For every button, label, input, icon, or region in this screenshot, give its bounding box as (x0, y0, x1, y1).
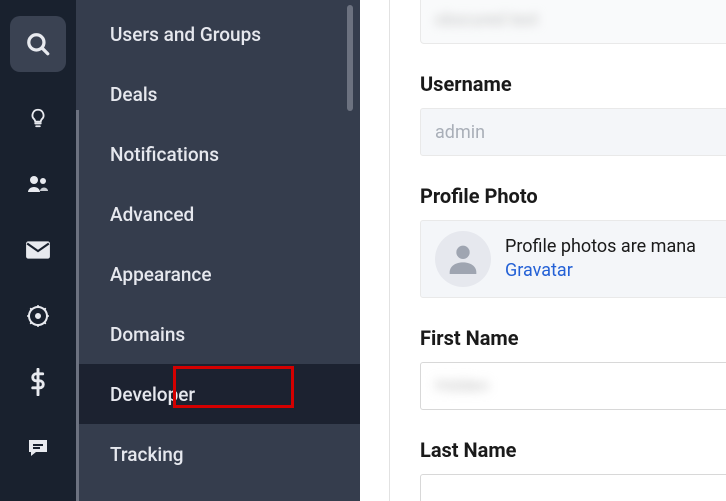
sidebar-item-label: Domains (110, 323, 185, 346)
sidebar-item-notifications[interactable]: Notifications (76, 124, 360, 184)
gravatar-link[interactable]: Gravatar (505, 260, 573, 281)
sidebar-item-advanced[interactable]: Advanced (76, 184, 360, 244)
sidebar-item-users-and-groups[interactable]: Users and Groups (76, 4, 360, 64)
mail-icon[interactable] (10, 230, 66, 270)
sidebar-item-label: Users and Groups (110, 23, 261, 46)
obscured-value: obscured text (435, 10, 538, 30)
sidebar-item-deals[interactable]: Deals (76, 64, 360, 124)
username-label: Username (420, 72, 726, 96)
profile-form: obscured text Username admin Profile Pho… (390, 0, 726, 501)
sidebar-item-label: Notifications (110, 143, 219, 166)
sidebar-item-label: Tracking (110, 443, 184, 466)
sidebar-item-label: Developer (110, 383, 195, 406)
username-input[interactable]: admin (420, 108, 726, 156)
profile-photo-row: Profile photos are mana Gravatar (420, 220, 726, 298)
automation-icon[interactable] (10, 296, 66, 336)
sidebar-item-appearance[interactable]: Appearance (76, 244, 360, 304)
obscured-top-field[interactable]: obscured text (420, 0, 726, 44)
firstname-label: First Name (420, 326, 726, 350)
lastname-input[interactable] (420, 474, 726, 501)
sidebar-item-tracking[interactable]: Tracking (76, 424, 360, 484)
icon-rail (0, 0, 76, 501)
sidebar-item-label: Appearance (110, 263, 212, 286)
sidebar-scrollbar[interactable] (340, 0, 360, 501)
profile-photo-desc: Profile photos are mana (505, 236, 696, 257)
firstname-value: Hidden (435, 376, 489, 396)
avatar (435, 231, 491, 287)
lastname-label: Last Name (420, 438, 726, 462)
sidebar-indicator (76, 110, 79, 501)
sidebar-item-label: Advanced (110, 203, 194, 226)
sidebar-item-developer[interactable]: Developer (76, 364, 360, 424)
profile-photo-text: Profile photos are mana Gravatar (505, 235, 696, 284)
chat-icon[interactable] (10, 428, 66, 468)
search-icon[interactable] (10, 16, 66, 72)
panel-divider (360, 0, 390, 501)
settings-sidebar: Users and Groups Deals Notifications Adv… (76, 0, 360, 501)
sidebar-item-label: Deals (110, 83, 157, 106)
lightbulb-icon[interactable] (10, 98, 66, 138)
contacts-icon[interactable] (10, 164, 66, 204)
firstname-input[interactable]: Hidden (420, 362, 726, 410)
sidebar-item-domains[interactable]: Domains (76, 304, 360, 364)
dollar-icon[interactable] (10, 362, 66, 402)
username-value: admin (435, 122, 485, 143)
profile-photo-label: Profile Photo (420, 184, 726, 208)
sidebar-scrollbar-thumb[interactable] (347, 5, 353, 111)
